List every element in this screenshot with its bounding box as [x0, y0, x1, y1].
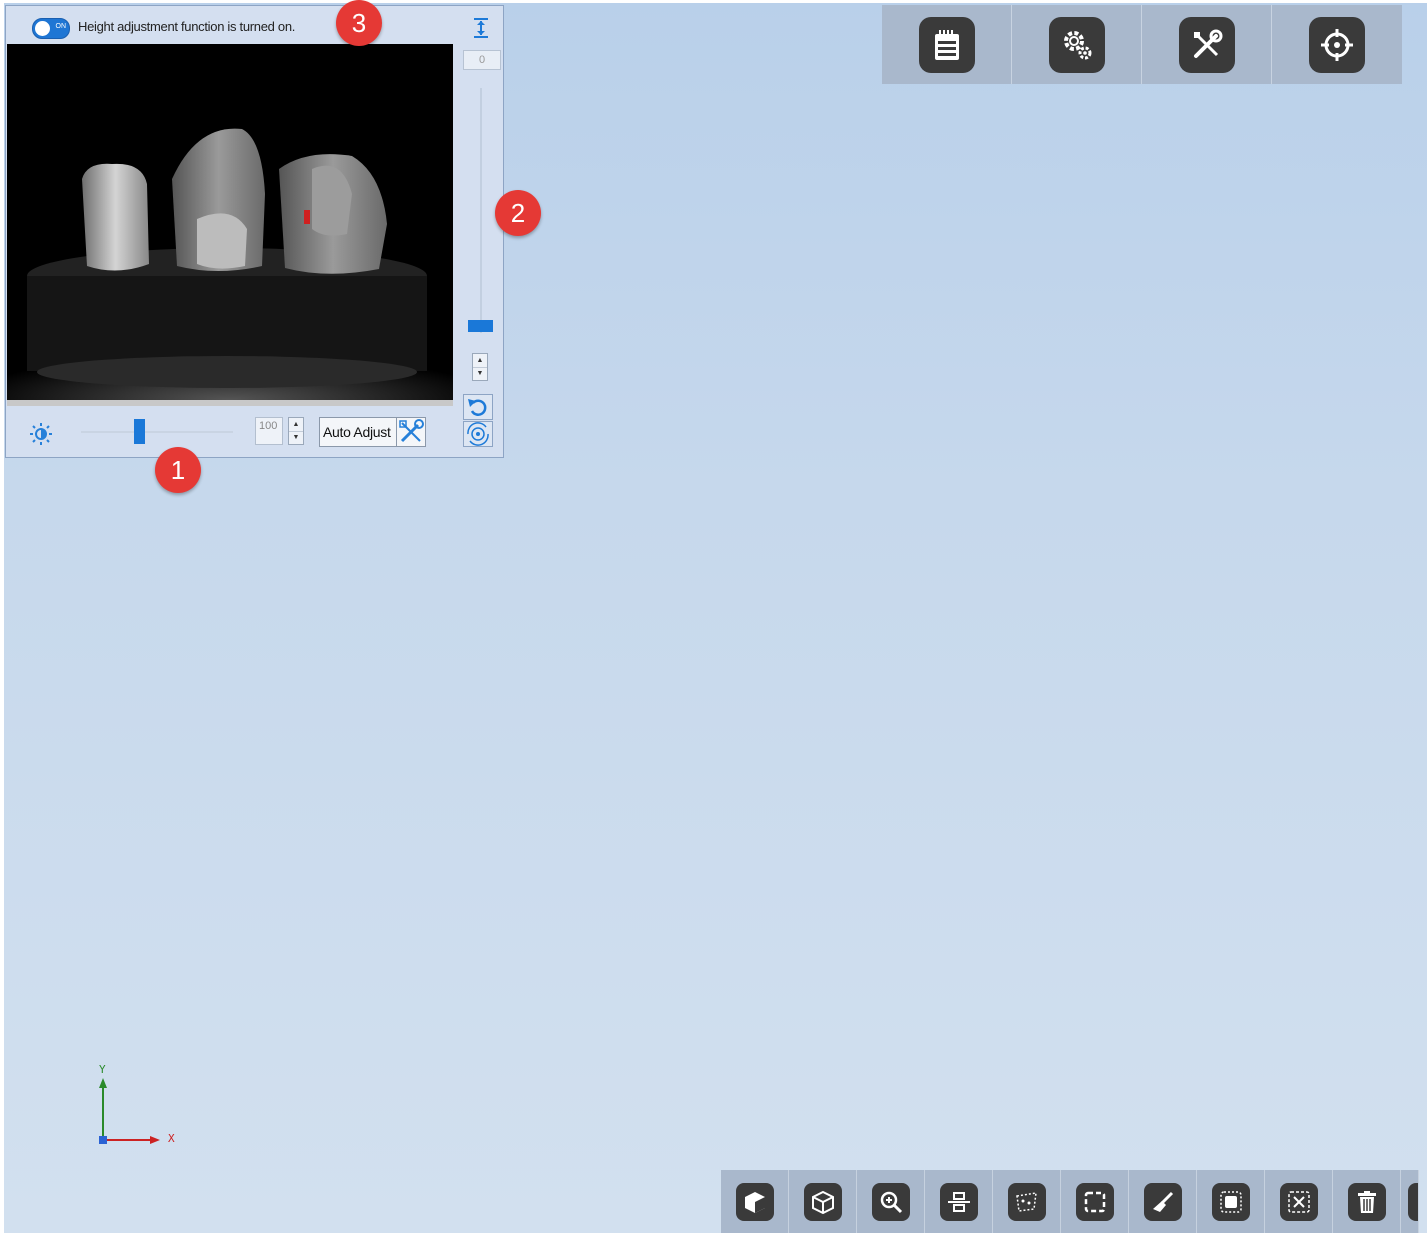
rectangle-select-icon	[1075, 1182, 1114, 1221]
more-tools-icon	[1408, 1182, 1418, 1221]
undo-icon	[468, 399, 487, 416]
solid-view-button[interactable]	[721, 1170, 789, 1233]
deselect-button[interactable]	[1265, 1170, 1333, 1233]
toggle-knob	[35, 21, 50, 36]
crosshair-icon	[1309, 16, 1365, 73]
bottom-toolbar	[721, 1170, 1427, 1233]
brightness-value-input[interactable]: 100	[255, 417, 283, 445]
lasso-select-icon	[1007, 1182, 1046, 1221]
zoom-in-button[interactable]	[857, 1170, 925, 1233]
height-adjustment-status: Height adjustment function is turned on.	[78, 19, 296, 34]
camera-panel-header: ON Height adjustment function is turned …	[6, 6, 503, 44]
camera-preview-image	[7, 44, 453, 400]
wireframe-view-icon	[803, 1182, 842, 1221]
rectangle-select-button[interactable]	[1061, 1170, 1129, 1233]
brightness-down-arrow-icon[interactable]: ▼	[289, 431, 303, 444]
zoom-in-icon	[871, 1182, 910, 1221]
height-adjustment-toggle[interactable]: ON	[32, 18, 70, 39]
height-adjust-icon[interactable]	[472, 17, 490, 39]
settings-gear-icon	[1048, 16, 1105, 73]
brush-button[interactable]	[1129, 1170, 1197, 1233]
deselect-icon	[1279, 1182, 1318, 1221]
brightness-up-arrow-icon[interactable]: ▲	[289, 418, 303, 432]
top-toolbar	[882, 5, 1405, 84]
height-slider-handle[interactable]	[468, 319, 493, 332]
trash-icon	[1347, 1182, 1386, 1221]
wireframe-view-button[interactable]	[789, 1170, 857, 1233]
lasso-select-button[interactable]	[993, 1170, 1061, 1233]
callout-badge-3: 3	[336, 0, 382, 46]
auto-rotate-button[interactable]	[463, 421, 493, 447]
align-center-button[interactable]	[925, 1170, 993, 1233]
x-axis-label: X	[168, 1132, 175, 1145]
brightness-slider-track[interactable]	[81, 431, 233, 433]
auto-adjust-tools-icon	[396, 418, 425, 446]
brightness-slider-handle[interactable]	[133, 419, 145, 444]
reset-button[interactable]	[463, 394, 493, 420]
crosshair-button[interactable]	[1272, 5, 1402, 84]
height-value-input[interactable]: 0	[463, 50, 501, 70]
camera-panel: ON Height adjustment function is turned …	[5, 5, 504, 458]
notepad-icon	[918, 16, 975, 73]
more-tools-button[interactable]	[1401, 1170, 1419, 1233]
auto-adjust-label: Auto Adjust	[323, 424, 391, 440]
height-down-arrow-icon[interactable]: ▼	[473, 367, 487, 380]
y-axis-label: Y	[99, 1063, 106, 1076]
notepad-button[interactable]	[882, 5, 1012, 84]
brush-icon	[1143, 1182, 1182, 1221]
height-slider-track[interactable]	[480, 88, 482, 333]
axis-gizmo: Y X	[90, 1060, 190, 1155]
auto-adjust-button[interactable]: Auto Adjust	[319, 417, 426, 447]
tools-button[interactable]	[1142, 5, 1272, 84]
align-center-icon	[939, 1182, 978, 1221]
solid-view-icon	[735, 1182, 774, 1221]
tools-icon	[1178, 16, 1235, 73]
camera-progress-bar	[7, 400, 453, 406]
brightness-icon	[30, 423, 52, 445]
camera-preview	[7, 44, 453, 400]
brightness-spinner[interactable]: ▲ ▼	[288, 417, 304, 445]
select-all-button[interactable]	[1197, 1170, 1265, 1233]
callout-badge-1: 1	[155, 447, 201, 493]
height-up-arrow-icon[interactable]: ▲	[473, 354, 487, 368]
toggle-state-label: ON	[55, 23, 67, 30]
gear-refresh-icon	[467, 422, 489, 446]
callout-badge-2: 2	[495, 190, 541, 236]
select-all-icon	[1211, 1182, 1250, 1221]
height-spinner[interactable]: ▲ ▼	[472, 353, 488, 381]
delete-button[interactable]	[1333, 1170, 1401, 1233]
settings-button[interactable]	[1012, 5, 1142, 84]
